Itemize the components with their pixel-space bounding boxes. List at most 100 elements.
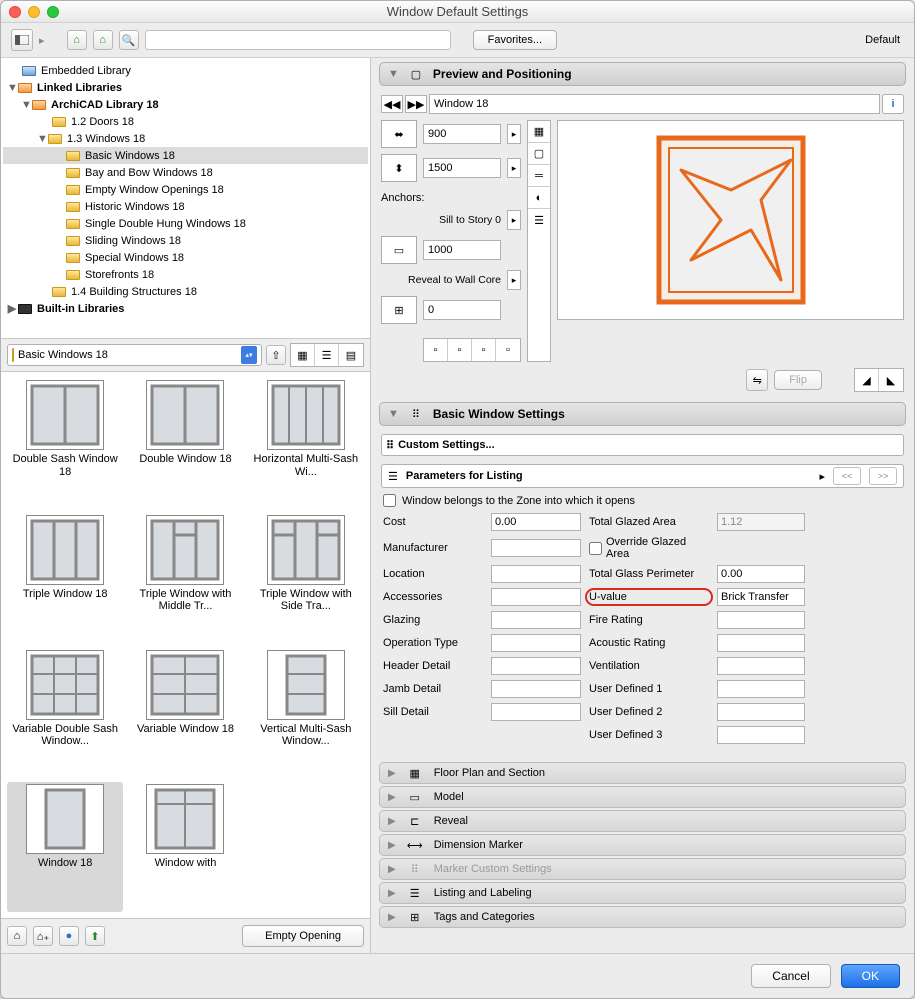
ok-button[interactable]: OK — [841, 964, 900, 988]
section-tags[interactable]: ▶⊞Tags and Categories — [379, 906, 906, 928]
parameters-bar[interactable]: ☰ Parameters for Listing ▸ << >> — [381, 464, 904, 488]
custom-settings-bar[interactable]: ⠿ Custom Settings... — [381, 434, 904, 456]
thumb-item[interactable]: Variable Window 18 — [127, 648, 243, 779]
preview-view-toggles[interactable]: ▦ ▢ ═ ◐ ☰ — [527, 120, 551, 362]
layout-mode-button[interactable] — [11, 29, 33, 51]
cost-input[interactable] — [491, 513, 581, 531]
upload-icon[interactable]: ⬆ — [85, 926, 105, 946]
section-dimension[interactable]: ▶⟷Dimension Marker — [379, 834, 906, 856]
section-model[interactable]: ▶▭Model — [379, 786, 906, 808]
user3-input[interactable] — [717, 726, 805, 744]
info-button[interactable]: i — [882, 94, 904, 114]
thumb-item[interactable]: Variable Double Sash Window... — [7, 648, 123, 779]
thumb-item[interactable]: Horizontal Multi-Sash Wi... — [248, 378, 364, 509]
glass-perimeter-input[interactable] — [717, 565, 805, 583]
ventilation-input[interactable] — [717, 657, 805, 675]
list-view-icon[interactable]: ☰ — [315, 344, 339, 366]
header-detail-input[interactable] — [491, 657, 581, 675]
tree-storefronts[interactable]: Storefronts 18 — [3, 266, 368, 283]
preview-section-header[interactable]: ▼ ▢ Preview and Positioning — [379, 62, 906, 86]
glazing-input[interactable] — [491, 611, 581, 629]
thumb-item[interactable]: Double Sash Window 18 — [7, 378, 123, 509]
tree-single[interactable]: Single Double Hung Windows 18 — [3, 215, 368, 232]
search-button[interactable]: 🔍 — [119, 30, 139, 50]
sill-input[interactable] — [423, 240, 501, 260]
sill-popup-button[interactable]: ▸ — [507, 210, 521, 230]
reveal-input[interactable] — [423, 300, 501, 320]
flip-button[interactable]: Flip — [774, 370, 822, 390]
user1-input[interactable] — [717, 680, 805, 698]
orient-b-icon[interactable]: ◣ — [879, 369, 903, 391]
view-plan-icon[interactable]: ═ — [528, 165, 550, 187]
accessories-input[interactable] — [491, 588, 581, 606]
orientation-toggle[interactable]: ◢ ◣ — [854, 368, 904, 392]
basic-settings-header[interactable]: ▼ ⠿ Basic Window Settings — [379, 402, 906, 426]
zone-checkbox[interactable] — [383, 494, 396, 507]
section-reveal[interactable]: ▶⊏Reveal — [379, 810, 906, 832]
tree-linked[interactable]: ▼Linked Libraries — [3, 79, 368, 96]
jamb-detail-input[interactable] — [491, 680, 581, 698]
thumb-item[interactable]: Triple Window with Middle Tr... — [127, 513, 243, 644]
user2-input[interactable] — [717, 703, 805, 721]
tree-embedded[interactable]: Embedded Library — [3, 62, 368, 79]
tree-bay[interactable]: Bay and Bow Windows 18 — [3, 164, 368, 181]
width-chain-button[interactable]: ▸ — [507, 124, 521, 144]
param-next-button[interactable]: >> — [869, 467, 897, 485]
location-input[interactable] — [491, 565, 581, 583]
up-folder-button[interactable]: ⇧ — [266, 345, 286, 365]
section-marker-custom[interactable]: ▶⠿Marker Custom Settings — [379, 858, 906, 880]
thumb-item-selected[interactable]: Window 18 — [7, 782, 123, 912]
next-item-button[interactable]: ▶▶ — [405, 95, 427, 113]
thumb-item[interactable]: Vertical Multi-Sash Window... — [248, 648, 364, 779]
mirror-button[interactable]: ⇋ — [746, 369, 768, 391]
tree-builtin[interactable]: ▶Built-in Libraries — [3, 300, 368, 317]
param-prev-button[interactable]: << — [833, 467, 861, 485]
lib-tool-1[interactable]: ⌂ — [7, 926, 27, 946]
thumb-item[interactable]: Window with — [127, 782, 243, 912]
u-value-input[interactable] — [717, 588, 805, 606]
prev-item-button[interactable]: ◀◀ — [381, 95, 403, 113]
thumb-item[interactable]: Double Window 18 — [127, 378, 243, 509]
tree-doors[interactable]: 1.2 Doors 18 — [3, 113, 368, 130]
height-chain-button[interactable]: ▸ — [507, 158, 521, 178]
orient-a-icon[interactable]: ◢ — [855, 369, 879, 391]
view-list-icon[interactable]: ☰ — [528, 209, 550, 231]
tree-archicad-lib[interactable]: ▼ArchiCAD Library 18 — [3, 96, 368, 113]
width-input[interactable] — [423, 124, 501, 144]
tree-historic[interactable]: Historic Windows 18 — [3, 198, 368, 215]
search-input[interactable] — [145, 30, 451, 50]
reveal-popup-button[interactable]: ▸ — [507, 270, 521, 290]
thumb-item[interactable]: Triple Window with Side Tra... — [248, 513, 364, 644]
view-section-icon[interactable]: ◐ — [528, 187, 550, 209]
filter-b-button[interactable]: ⌂ — [93, 30, 113, 50]
view-front-icon[interactable]: ▢ — [528, 143, 550, 165]
section-listing[interactable]: ▶☰Listing and Labeling — [379, 882, 906, 904]
library-tree[interactable]: Embedded Library ▼Linked Libraries ▼Arch… — [1, 58, 370, 338]
detail-view-icon[interactable]: ▤ — [339, 344, 363, 366]
grid-view-icon[interactable]: ▦ — [291, 344, 315, 366]
combo-arrow-icon[interactable]: ▴▾ — [241, 346, 257, 364]
favorites-button[interactable]: Favorites... — [473, 30, 557, 50]
tree-bldg[interactable]: 1.4 Building Structures 18 — [3, 283, 368, 300]
tree-sliding[interactable]: Sliding Windows 18 — [3, 232, 368, 249]
view-3d-icon[interactable]: ▦ — [528, 121, 550, 143]
folder-combo[interactable]: Basic Windows 18 ▴▾ — [7, 344, 262, 366]
sill-detail-input[interactable] — [491, 703, 581, 721]
thumbnail-gallery[interactable]: Double Sash Window 18 Double Window 18 H… — [1, 372, 370, 918]
acoustic-input[interactable] — [717, 634, 805, 652]
tree-windows[interactable]: ▼1.3 Windows 18 — [3, 130, 368, 147]
tree-special[interactable]: Special Windows 18 — [3, 249, 368, 266]
cancel-button[interactable]: Cancel — [751, 964, 830, 988]
override-glazed-checkbox[interactable] — [589, 542, 602, 555]
height-input[interactable] — [423, 158, 501, 178]
view-mode-toggle[interactable]: ▦ ☰ ▤ — [290, 343, 364, 367]
tree-empty-openings[interactable]: Empty Window Openings 18 — [3, 181, 368, 198]
globe-icon[interactable]: ● — [59, 926, 79, 946]
fire-rating-input[interactable] — [717, 611, 805, 629]
anchor-toggle[interactable]: ▫▫▫▫ — [423, 338, 521, 362]
empty-opening-button[interactable]: Empty Opening — [242, 925, 364, 947]
filter-a-button[interactable]: ⌂ — [67, 30, 87, 50]
element-name-field[interactable]: Window 18 — [429, 94, 880, 114]
lib-tool-2[interactable]: ⌂₊ — [33, 926, 53, 946]
operation-input[interactable] — [491, 634, 581, 652]
